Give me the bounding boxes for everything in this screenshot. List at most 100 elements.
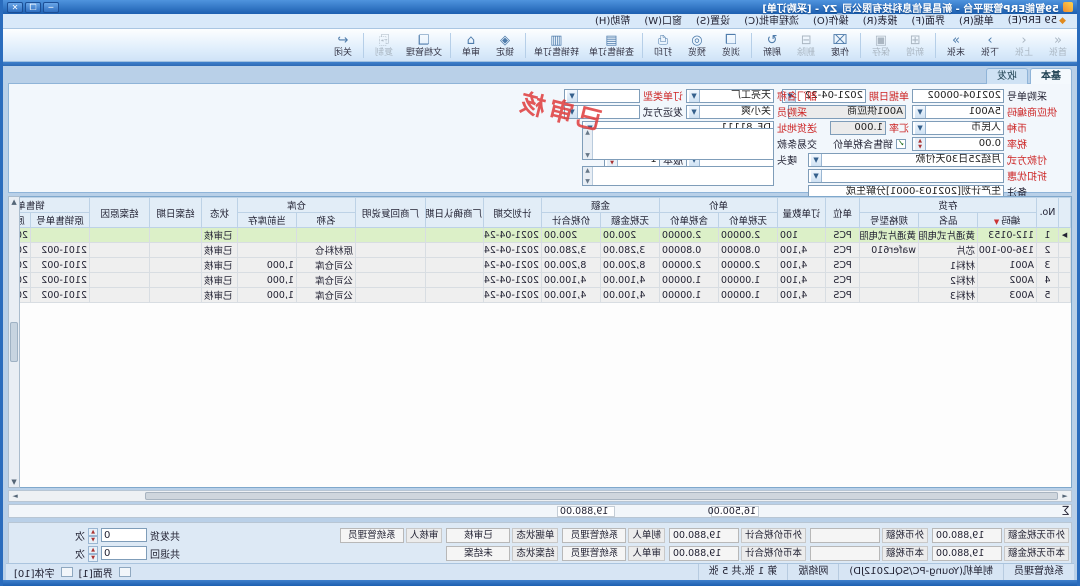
toolbar-button-审单[interactable]: ⌂审单 xyxy=(454,30,488,61)
chevron-down-icon[interactable]: ▼ xyxy=(689,106,700,118)
menu-item-4[interactable]: 操作(O) xyxy=(806,14,856,29)
chevron-down-icon[interactable]: ▼ xyxy=(915,106,926,118)
column-header-原销售单号[interactable]: 原销售单号 xyxy=(31,213,90,228)
scroll-down-icon[interactable]: ▼ xyxy=(583,178,592,185)
spin-down-icon[interactable]: ▼ xyxy=(915,144,926,150)
textarea-scrollbar[interactable]: ▲▼ xyxy=(583,167,593,185)
column-header-结案原因[interactable]: 结案原因 xyxy=(90,198,150,228)
menu-item-3[interactable]: 报表(R) xyxy=(856,14,905,29)
toolbar-button-预览[interactable]: ◎预览 xyxy=(680,30,714,61)
column-header-价税合计[interactable]: 价税合计 xyxy=(542,213,601,228)
table-row[interactable]: ▶1112-0153黄通片式电阻 2K 0402 ±5% 1/16W黄通片式电阻… xyxy=(8,228,1071,243)
input-供应商编码[interactable]: 5A001▼ xyxy=(912,105,1004,119)
close-button[interactable]: ✕ xyxy=(7,2,23,13)
column-header-结案日期[interactable]: 结案日期 xyxy=(150,198,202,228)
toolbar-button-锁定[interactable]: ◈锁定 xyxy=(488,30,522,61)
column-header-含税单价[interactable]: 含税单价 xyxy=(660,213,719,228)
column-header-厂商确认日期[interactable]: 厂商确认日期 xyxy=(426,198,484,228)
field-label-采购员: 采购员 xyxy=(777,104,829,119)
input-折扣优惠[interactable]: ▼ xyxy=(808,169,1004,183)
textarea-交易条款[interactable]: ▲▼ xyxy=(582,128,774,160)
column-header-indicator[interactable] xyxy=(1059,198,1071,228)
input-采购单号[interactable]: 202104-00002 xyxy=(912,89,1004,103)
horizontal-scroll-thumb[interactable] xyxy=(145,492,1058,500)
spinner-control[interactable]: ▲▼ xyxy=(88,528,98,542)
input-付款方式[interactable]: 月结25日30天付款▼ xyxy=(808,153,1004,167)
menu-item-2[interactable]: 界面(F) xyxy=(904,14,952,29)
spin-down-icon[interactable]: ▼ xyxy=(88,554,98,562)
spin-down-icon[interactable]: ▼ xyxy=(88,536,98,544)
grid-box-icon[interactable] xyxy=(61,567,73,577)
toolbar-button-作废[interactable]: ⌧作废 xyxy=(823,30,857,61)
spin-up-icon[interactable]: ▲ xyxy=(88,546,98,554)
chevron-down-icon[interactable]: ▼ xyxy=(689,90,700,102)
menu-item-5[interactable]: 流程审批(C) xyxy=(737,14,806,29)
skin-box-icon[interactable] xyxy=(119,567,131,577)
minimize-button[interactable]: ─ xyxy=(43,2,59,13)
toolbar-button-末张[interactable]: »末张 xyxy=(939,30,973,61)
toolbar-button-打印[interactable]: ⎙打印 xyxy=(646,30,680,61)
scroll-right-icon[interactable]: ► xyxy=(9,492,21,500)
column-header-编码[interactable]: 编码▼ xyxy=(978,213,1037,228)
input-币种[interactable]: 人民币▼ xyxy=(912,121,1004,135)
input-部门名称[interactable]: 天亮工厂▼ xyxy=(686,89,774,103)
column-header-品名[interactable]: 品名 xyxy=(919,213,978,228)
toolbar-button-查销售订单[interactable]: ▤查销售订单 xyxy=(584,30,639,61)
column-header-规格型号[interactable]: 规格型号 xyxy=(860,213,919,228)
toolbar-button-刷新[interactable]: ↻刷新 xyxy=(755,30,789,61)
input-采购员[interactable]: 关小爽▼ xyxy=(686,105,774,119)
scroll-left-icon[interactable]: ◄ xyxy=(1059,492,1071,500)
cell: 112-0153 xyxy=(978,228,1037,243)
column-header-厂商回复说明[interactable]: 厂商回复说明 xyxy=(356,198,426,228)
counter-value[interactable]: 0 xyxy=(101,528,147,542)
menu-item-1[interactable]: 单据(R) xyxy=(952,14,1001,29)
column-header-订单数量[interactable]: 订单数量 xyxy=(778,198,826,228)
status-right-item[interactable]: 界面[1] xyxy=(79,565,113,580)
menu-item-6[interactable]: 设置(S) xyxy=(689,14,737,29)
toolbar-button-浏览[interactable]: ❐浏览 xyxy=(714,30,748,61)
toolbar-button-转销售订单[interactable]: ▥转销售订单 xyxy=(529,30,584,61)
toolbar-button-文档管理[interactable]: ❏文档管理 xyxy=(401,30,447,61)
scroll-down-icon[interactable]: ▼ xyxy=(583,152,592,159)
table-row[interactable]: 3A001材料1PCS4,1002.000002.000008,200.008,… xyxy=(8,258,1071,273)
form-tab-收发[interactable]: 收发 xyxy=(986,68,1028,84)
form-tab-基本[interactable]: 基本 xyxy=(1030,68,1072,84)
table-row[interactable]: 5A003材料3PCS4,1001.000001.000004,100.004,… xyxy=(8,288,1071,303)
column-header-无税单价[interactable]: 无税单价 xyxy=(719,213,778,228)
vertical-scroll-thumb[interactable] xyxy=(10,322,18,362)
menu-item-8[interactable]: 帮助(H) xyxy=(588,14,637,29)
maximize-button[interactable]: ❐ xyxy=(25,2,41,13)
scroll-up-icon[interactable]: ▲ xyxy=(11,198,16,206)
spinner-control[interactable]: ▲▼ xyxy=(88,546,98,560)
scroll-up-icon[interactable]: ▲ xyxy=(583,167,592,174)
input-税率[interactable]: 0.00▲▼ xyxy=(912,137,1004,151)
textarea-notes[interactable]: ▲▼ xyxy=(582,166,774,186)
vertical-scrollbar[interactable]: ▲ ▼ xyxy=(8,196,20,488)
table-row[interactable]: 4A002材料2PCS4,1001.000001.000004,100.004,… xyxy=(8,273,1071,288)
column-header-状态[interactable]: 状态 xyxy=(202,198,238,228)
form-row: 部门名称天亮工厂▼订单类型▼ xyxy=(564,88,829,103)
toolbar-button-关闭[interactable]: ↩关闭 xyxy=(326,30,360,61)
table-row[interactable]: 2136-00-100芯片wafer610PCS4,1000.800000.80… xyxy=(8,243,1071,258)
horizontal-scrollbar[interactable]: ◄ ► xyxy=(8,490,1072,502)
spinner-control[interactable]: ▲▼ xyxy=(915,138,926,150)
counter-value[interactable]: 0 xyxy=(101,546,147,560)
column-header-单位[interactable]: 单位 xyxy=(826,198,860,228)
filter-icon[interactable]: ▼ xyxy=(994,218,999,226)
column-header-无税金额[interactable]: 无税金额 xyxy=(601,213,660,228)
spin-up-icon[interactable]: ▲ xyxy=(88,528,98,536)
cell xyxy=(426,273,484,288)
column-header-名称[interactable]: 名称 xyxy=(297,213,356,228)
column-header-No.[interactable]: No. xyxy=(1037,198,1059,228)
status-right-item[interactable]: 字体[10] xyxy=(14,565,55,580)
scroll-down-icon[interactable]: ▼ xyxy=(11,478,16,486)
checkbox-icon[interactable]: ✓ xyxy=(896,139,906,149)
column-header-计划交期[interactable]: 计划交期 xyxy=(484,198,542,228)
menu-item-0[interactable]: ◆59 ERP(E) xyxy=(1001,13,1073,29)
chevron-down-icon[interactable]: ▼ xyxy=(915,122,926,134)
checkbox-field-销售含税单价[interactable]: ✓销售含税单价 xyxy=(833,136,906,151)
column-header-当前库存[interactable]: 当前库存 xyxy=(238,213,297,228)
toolbar-button-下张[interactable]: ›下张 xyxy=(973,30,1007,61)
menu-item-7[interactable]: 窗口(W) xyxy=(637,14,689,29)
form-row: 交易条款▲▼ xyxy=(564,136,829,151)
